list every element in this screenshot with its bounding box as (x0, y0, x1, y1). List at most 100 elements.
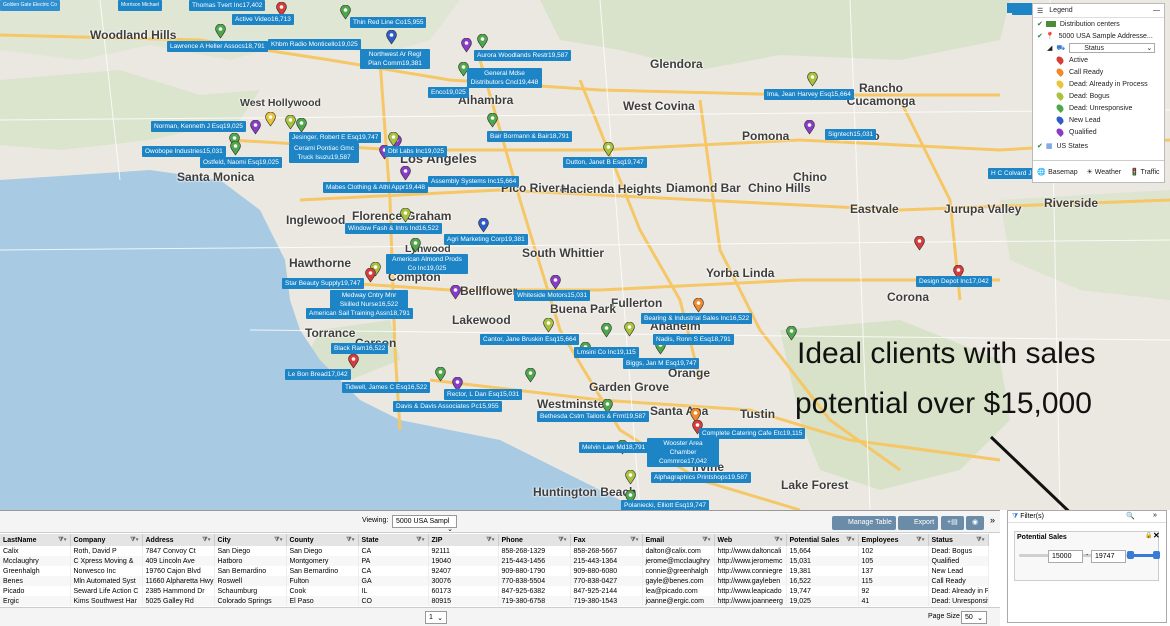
column-header[interactable]: Status ⧩▾ (928, 534, 989, 546)
marker-label[interactable]: Ima, Jean Harvey Esq15,664 (764, 89, 854, 100)
map-marker-icon[interactable] (914, 235, 925, 251)
column-filter-icon[interactable]: ⧩▾ (916, 537, 924, 544)
marker-label[interactable]: Polaniecki, Elliott Esq19,747 (621, 500, 710, 510)
column-filter-icon[interactable]: ⧩▾ (558, 537, 566, 544)
marker-label[interactable]: Aurora Woodlands Restr19,587 (474, 50, 571, 61)
marker-label[interactable]: Whiteside Motors15,031 (514, 290, 591, 301)
map-marker-icon[interactable] (550, 274, 561, 290)
marker-label[interactable]: Signtech15,031 (825, 129, 877, 140)
column-filter-icon[interactable]: ⧩▾ (416, 537, 424, 544)
map-marker-icon[interactable] (450, 284, 461, 300)
legend-panel[interactable]: ☰ Legend — ✔ Distribution centers ✔ 📍 5000 … (1032, 3, 1165, 183)
marker-label[interactable]: Northwest Ar Regl Plan Comm19,381 (360, 49, 430, 69)
column-filter-icon[interactable]: ⧩▾ (976, 537, 984, 544)
marker-label[interactable]: Bearing & Industrial Sales Inc16,522 (641, 313, 753, 324)
table-row[interactable]: Calix Roth, David P 7847 Convoy Ct San Dieg… (0, 546, 989, 556)
column-filter-icon[interactable]: ⧩▾ (846, 537, 854, 544)
marker-label[interactable]: Window Fash & Intrs Ind16,522 (345, 223, 442, 234)
map-marker-icon[interactable] (525, 367, 536, 383)
column-header[interactable]: Employees ⧩▾ (858, 534, 929, 546)
locate-button[interactable]: ◉ (966, 516, 985, 530)
marker-label[interactable]: Bethesda Cstm Tailors & Frml19,587 (537, 411, 649, 422)
caret-icon[interactable]: ◢ (1047, 44, 1052, 52)
map-marker-icon[interactable] (365, 267, 376, 283)
weather-button[interactable]: ☀ Weather (1087, 168, 1122, 176)
map-marker-icon[interactable] (487, 112, 498, 128)
basemap-button[interactable]: 🌐 Basemap (1037, 168, 1077, 176)
column-filter-icon[interactable]: ⧩▾ (486, 537, 494, 544)
marker-label[interactable]: Medway Cntry Mnr Skilled Nurse16,522 (330, 290, 408, 310)
viewing-select[interactable]: 5000 USA Sampl ⌄ (392, 515, 457, 533)
marker-label[interactable]: Norman, Kenneth J Esq19,025 (151, 121, 246, 132)
map-marker-icon[interactable] (804, 119, 815, 135)
map-marker-icon[interactable] (348, 353, 359, 369)
column-header[interactable]: Phone ⧩▾ (498, 534, 571, 546)
marker-label[interactable]: Design Depot Inc17,042 (916, 276, 992, 287)
map-marker-icon[interactable] (477, 33, 488, 49)
close-icon[interactable]: ✕ (1153, 531, 1160, 540)
map-marker-icon[interactable] (625, 469, 636, 485)
column-filter-icon[interactable]: ⧩▾ (702, 537, 710, 544)
export-button[interactable]: Export (898, 516, 939, 530)
column-header[interactable]: Potential Sales ⧩▾ (786, 534, 859, 546)
marker-label[interactable]: Cantor, Jane Bruskin Esq15,664 (480, 334, 580, 345)
marker-label[interactable]: Jesinger, Robert E Esq19,747 (289, 132, 382, 143)
marker-label[interactable]: Wooster Area Chamber Commrce17,042 (647, 438, 719, 467)
marker-label[interactable]: Lmsini Co Inc19,115 (574, 347, 639, 358)
marker-label[interactable]: Golden Gate Electric Co (0, 0, 60, 11)
range-slider-max-handle[interactable] (1153, 551, 1160, 559)
column-filter-icon[interactable]: ⧩▾ (58, 537, 66, 544)
column-header[interactable]: Web ⧩▾ (714, 534, 787, 546)
marker-label[interactable]: General Mdse Distributors Cncl19,448 (467, 68, 542, 88)
map-marker-icon[interactable] (601, 322, 612, 338)
map-view[interactable]: Woodland Hills Glendora Alhambra West Co… (0, 0, 1170, 510)
map-marker-icon[interactable] (250, 119, 261, 135)
column-filter-icon[interactable]: ⧩▾ (774, 537, 782, 544)
map-marker-icon[interactable] (296, 117, 307, 133)
add-record-button[interactable]: +▤ (941, 516, 964, 530)
marker-label[interactable]: Dutton, Janet B Esq19,747 (563, 157, 647, 168)
checkmark-icon[interactable]: ✔ (1037, 142, 1043, 150)
column-header[interactable]: ZIP ⧩▾ (428, 534, 499, 546)
marker-label[interactable]: Black Ram16,522 (331, 343, 389, 354)
marker-label[interactable]: Lawrence A Heller Assocs18,791 (167, 41, 268, 52)
map-marker-icon[interactable] (265, 111, 276, 127)
traffic-button[interactable]: 🚦 Traffic (1130, 168, 1160, 176)
column-filter-icon[interactable]: ⧩▾ (130, 537, 138, 544)
table-row[interactable]: Ergic Kims Southwest Har 5025 Galley Rd Col… (0, 596, 989, 606)
column-header[interactable]: Email ⧩▾ (642, 534, 715, 546)
marker-label[interactable]: Le Bon Bread17,042 (285, 369, 351, 380)
marker-label[interactable]: Active Video16,713 (232, 14, 294, 25)
map-marker-icon[interactable] (807, 71, 818, 87)
marker-label[interactable]: Star Beauty Supply19,747 (282, 278, 364, 289)
range-slider-min-handle[interactable] (1127, 551, 1134, 559)
checkmark-icon[interactable]: ✔ (1037, 20, 1043, 28)
marker-label[interactable]: Nadis, Ronn S Esq18,791 (653, 334, 734, 345)
map-marker-icon[interactable] (693, 297, 704, 313)
page-select[interactable]: 1 ⌄ (425, 611, 447, 624)
min-value-input[interactable] (1048, 550, 1083, 563)
search-icon[interactable]: 🔍 (1126, 512, 1135, 520)
column-filter-icon[interactable]: ⧩▾ (274, 537, 282, 544)
marker-label[interactable]: American Sail Training Assn18,791 (306, 308, 413, 319)
map-marker-icon[interactable] (435, 366, 446, 382)
table-row[interactable]: Mcclaughry C Xpress Moving & 409 Lincoln A… (0, 556, 989, 566)
column-header[interactable]: City ⧩▾ (214, 534, 287, 546)
map-marker-icon[interactable] (543, 317, 554, 333)
map-marker-icon[interactable] (230, 140, 241, 156)
marker-label[interactable]: American Almond Prods Co Inc19,025 (386, 254, 468, 274)
column-header[interactable]: LastName ⧩▾ (0, 534, 71, 546)
marker-label[interactable]: Cerami Pontiac Gmc Truck Isuzu19,587 (289, 143, 359, 163)
map-marker-icon[interactable] (410, 237, 421, 253)
column-header[interactable]: Company ⧩▾ (70, 534, 143, 546)
marker-label[interactable]: Melvin Law Md18,791 (579, 442, 649, 453)
marker-label[interactable]: Mabes Clothing & Athl Appr19,448 (323, 182, 429, 193)
lock-icon[interactable]: 🔒 (1145, 532, 1152, 539)
expand-icon[interactable]: » (1153, 512, 1157, 519)
map-marker-icon[interactable] (786, 325, 797, 341)
max-value-input[interactable] (1091, 550, 1126, 563)
map-marker-icon[interactable] (386, 29, 397, 45)
marker-label[interactable]: Davis & Davis Associates Pc15,955 (393, 401, 502, 412)
marker-label[interactable]: Thomas Tvert Inc17,402 (189, 0, 266, 11)
column-header[interactable]: County ⧩▾ (286, 534, 359, 546)
